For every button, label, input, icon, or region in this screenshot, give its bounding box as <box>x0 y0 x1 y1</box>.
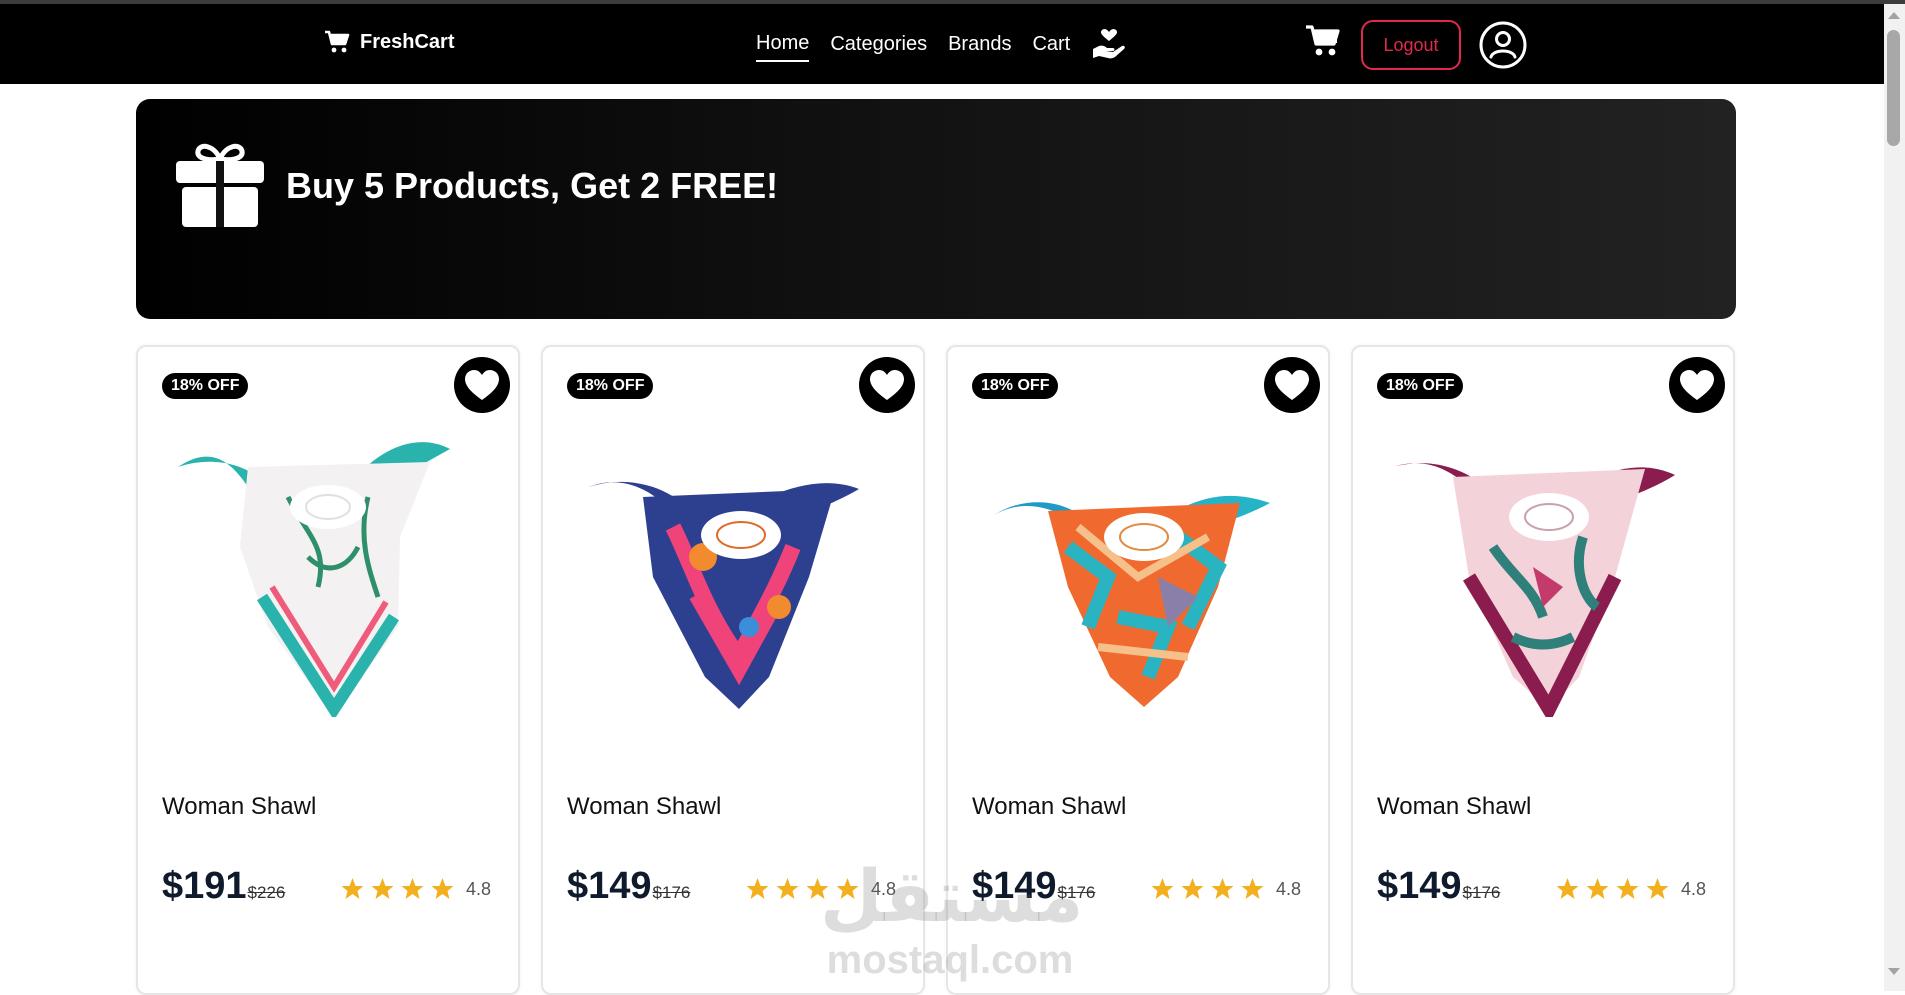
brand-name: FreshCart <box>360 30 455 53</box>
discount-badge: 18% OFF <box>1377 373 1464 399</box>
current-price: $149 <box>567 865 652 907</box>
scroll-down-arrow-icon[interactable] <box>1888 968 1900 975</box>
page-scrollbar[interactable] <box>1884 4 1905 991</box>
star-icon <box>1241 878 1264 899</box>
scrollbar-thumb[interactable] <box>1887 30 1900 146</box>
heart-icon <box>465 370 499 400</box>
price: $149 $176 <box>1377 867 1500 905</box>
wishlist-button[interactable] <box>454 357 510 413</box>
scroll-up-arrow-icon[interactable] <box>1888 12 1900 19</box>
current-price: $191 <box>162 865 247 907</box>
rating-value: 4.8 <box>1276 878 1302 899</box>
product-name[interactable]: Woman Shawl <box>162 793 316 821</box>
product-image <box>178 442 450 717</box>
old-price: $226 <box>247 883 286 902</box>
price: $191 $226 <box>162 867 285 905</box>
rating: 4.8 <box>1150 877 1301 901</box>
product-name[interactable]: Woman Shawl <box>972 793 1126 821</box>
promo-banner: Buy 5 Products, Get 2 FREE! <box>136 99 1736 319</box>
product-card[interactable]: 18% OFF Woman Shawl $191 $226 4.8 <box>136 345 520 995</box>
star-icon <box>401 878 424 899</box>
heart-icon <box>870 370 904 400</box>
nav-links: Home Categories Brands Cart <box>756 28 1127 62</box>
logout-button[interactable]: Logout <box>1361 20 1461 70</box>
heart-icon <box>1275 370 1309 400</box>
brand-logo[interactable]: FreshCart <box>324 30 454 54</box>
shopping-cart-icon[interactable] <box>1305 24 1341 58</box>
product-card[interactable]: 18% OFF Woman Shawl $149 $176 4.8 <box>946 345 1330 995</box>
hand-heart-icon[interactable] <box>1091 27 1127 61</box>
heart-icon <box>1680 370 1714 400</box>
star-icon <box>341 878 364 899</box>
old-price: $176 <box>652 883 691 902</box>
old-price: $176 <box>1462 883 1501 902</box>
rating: 4.8 <box>340 877 491 901</box>
star-icon <box>776 878 799 899</box>
star-icon <box>371 878 394 899</box>
old-price: $176 <box>1057 883 1096 902</box>
star-icon <box>1646 878 1669 899</box>
wishlist-button[interactable] <box>1264 357 1320 413</box>
nav-home[interactable]: Home <box>756 32 810 62</box>
current-price: $149 <box>1377 865 1462 907</box>
wishlist-button[interactable] <box>859 357 915 413</box>
rating-value: 4.8 <box>1681 878 1707 899</box>
star-icon <box>1586 878 1609 899</box>
current-price: $149 <box>972 865 1057 907</box>
star-icon <box>431 878 454 899</box>
product-card[interactable]: 18% OFF Woman Shawl $149 $176 4.8 <box>1351 345 1735 995</box>
product-image <box>589 481 859 709</box>
product-name[interactable]: Woman Shawl <box>567 793 721 821</box>
price: $149 $176 <box>567 867 690 905</box>
nav-categories[interactable]: Categories <box>830 33 927 61</box>
nav-cart[interactable]: Cart <box>1032 33 1070 61</box>
star-icon <box>1556 878 1579 899</box>
product-name[interactable]: Woman Shawl <box>1377 793 1531 821</box>
discount-badge: 18% OFF <box>162 373 249 399</box>
rating-value: 4.8 <box>466 878 492 899</box>
nav-brands[interactable]: Brands <box>948 33 1011 61</box>
cart-icon <box>325 30 350 53</box>
rating-value: 4.8 <box>871 878 897 899</box>
star-icon <box>1181 878 1204 899</box>
rating: 4.8 <box>745 877 896 901</box>
star-icon <box>1211 878 1234 899</box>
gift-icon <box>176 143 264 227</box>
star-icon <box>836 878 859 899</box>
user-circle-icon[interactable] <box>1479 21 1527 69</box>
star-icon <box>806 878 829 899</box>
wishlist-button[interactable] <box>1669 357 1725 413</box>
rating: 4.8 <box>1555 877 1706 901</box>
navbar: FreshCart Home Categories Brands Cart Lo… <box>0 4 1884 84</box>
star-icon <box>1151 878 1174 899</box>
star-icon <box>746 878 769 899</box>
star-icon <box>1616 878 1639 899</box>
price: $149 $176 <box>972 867 1095 905</box>
product-card[interactable]: 18% OFF Woman Shawl $149 $176 4.8 <box>541 345 925 995</box>
product-image <box>994 495 1270 707</box>
discount-badge: 18% OFF <box>972 373 1059 399</box>
discount-badge: 18% OFF <box>567 373 654 399</box>
promo-text: Buy 5 Products, Get 2 FREE! <box>286 165 779 206</box>
product-image <box>1393 463 1675 717</box>
